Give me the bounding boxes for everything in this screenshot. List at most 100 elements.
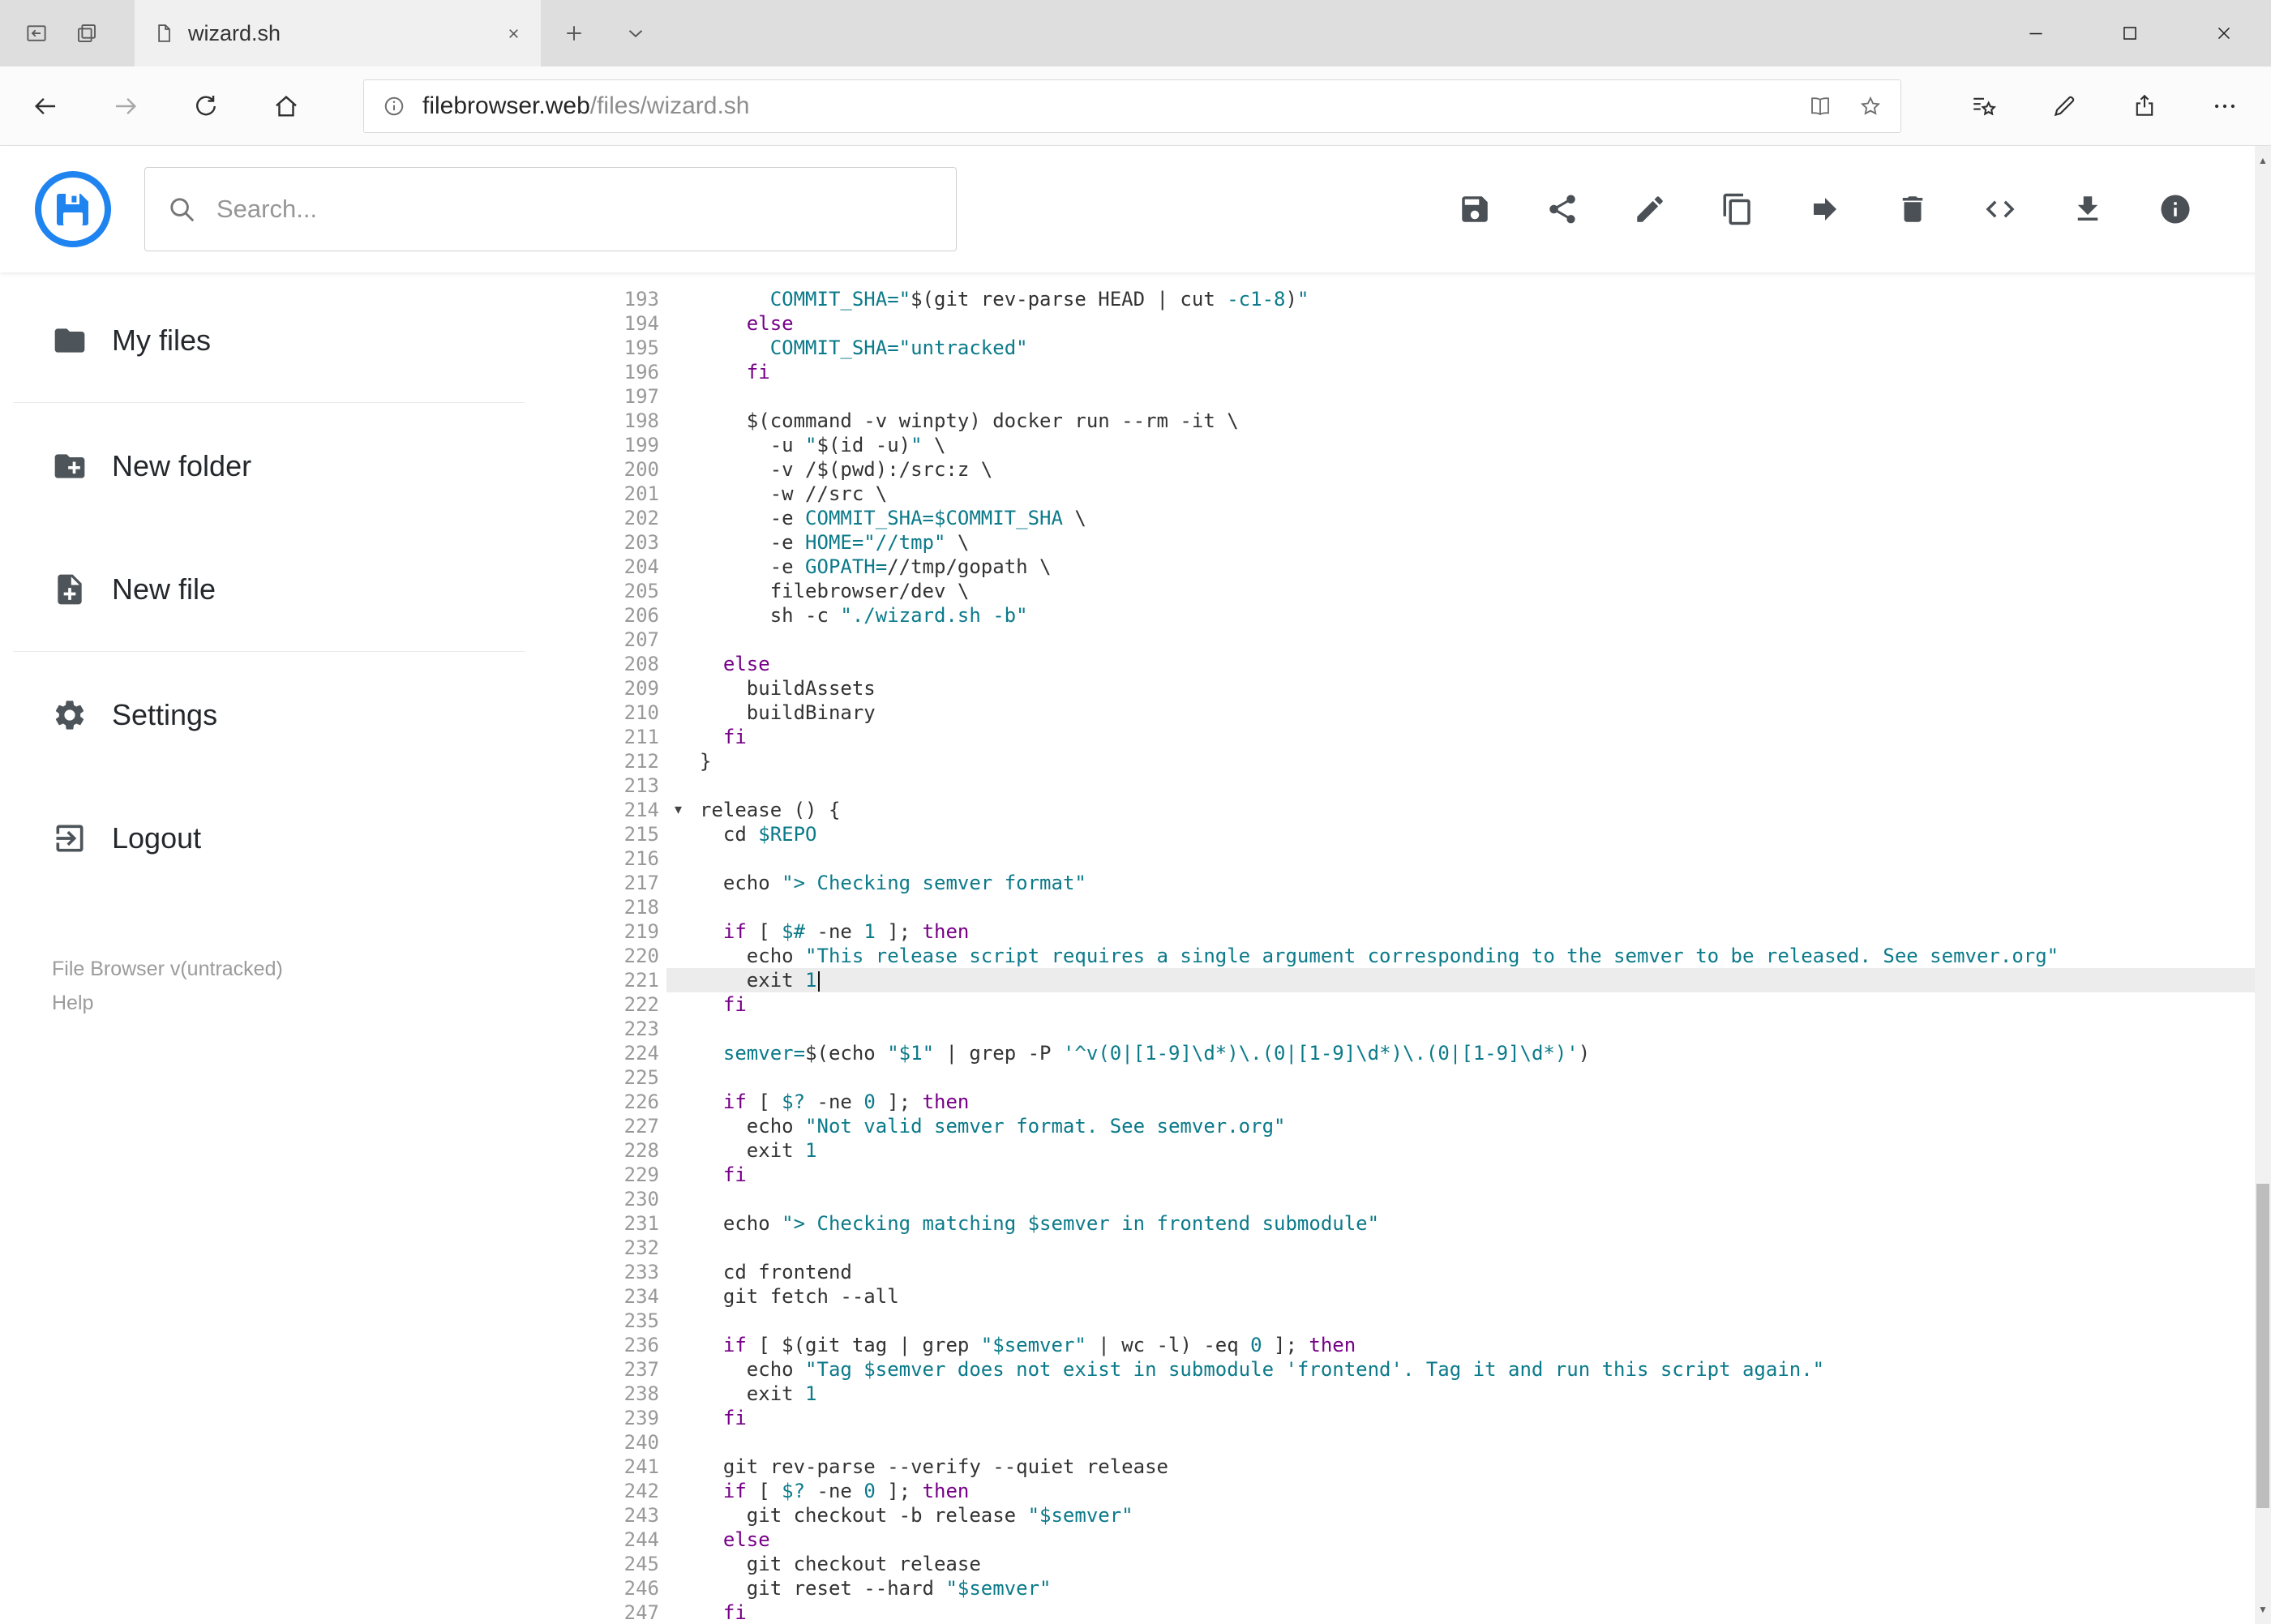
search-input[interactable] xyxy=(216,195,935,224)
web-note-pen-icon[interactable] xyxy=(2024,66,2104,145)
code-line[interactable]: 206 sh -c "./wizard.sh -b" xyxy=(588,603,2255,628)
delete-button[interactable] xyxy=(1893,190,1932,229)
share-page-icon[interactable] xyxy=(2104,66,2184,145)
code-line[interactable]: 235 xyxy=(588,1309,2255,1333)
code-line[interactable]: 233 cd frontend xyxy=(588,1260,2255,1284)
code-button[interactable] xyxy=(1981,190,2020,229)
code-line[interactable]: 237 echo "Tag $semver does not exist in … xyxy=(588,1357,2255,1382)
code-line[interactable]: 212} xyxy=(588,749,2255,773)
download-button[interactable] xyxy=(2068,190,2107,229)
filebrowser-logo[interactable] xyxy=(34,170,112,248)
code-line[interactable]: 243 git checkout -b release "$semver" xyxy=(588,1503,2255,1528)
code-line[interactable]: 199 -u "$(id -u)" \ xyxy=(588,433,2255,457)
code-line[interactable]: 222 fi xyxy=(588,992,2255,1017)
code-line[interactable]: 196 fi xyxy=(588,360,2255,384)
code-line[interactable]: 216 xyxy=(588,846,2255,871)
code-line[interactable]: 194 else xyxy=(588,311,2255,336)
code-line[interactable]: 234 git fetch --all xyxy=(588,1284,2255,1309)
sidebar-item-logout[interactable]: Logout xyxy=(0,798,588,879)
sidebar-item-new-folder[interactable]: New folder xyxy=(0,426,588,507)
close-tab-icon[interactable] xyxy=(504,24,523,43)
code-line[interactable]: 201 -w //src \ xyxy=(588,482,2255,506)
code-line[interactable]: 210 buildBinary xyxy=(588,701,2255,725)
hub-favorites-icon[interactable] xyxy=(1943,66,2024,145)
scroll-up-icon[interactable]: ▲ xyxy=(2255,146,2271,175)
code-line[interactable]: 195 COMMIT_SHA="untracked" xyxy=(588,336,2255,360)
code-line[interactable]: 220 echo "This release script requires a… xyxy=(588,944,2255,968)
share-button[interactable] xyxy=(1543,190,1582,229)
scroll-down-icon[interactable]: ▼ xyxy=(2255,1595,2271,1624)
code-line[interactable]: 223 xyxy=(588,1017,2255,1041)
code-line[interactable]: 226 if [ $? -ne 0 ]; then xyxy=(588,1090,2255,1114)
set-tabs-aside-icon[interactable] xyxy=(11,0,62,66)
page-scrollbar[interactable]: ▲ ▼ xyxy=(2255,146,2271,1624)
code-line[interactable]: 205 filebrowser/dev \ xyxy=(588,579,2255,603)
code-line[interactable]: 239 fi xyxy=(588,1406,2255,1430)
code-line[interactable]: 219 if [ $# -ne 1 ]; then xyxy=(588,919,2255,944)
code-editor[interactable]: 193 COMMIT_SHA="$(git rev-parse HEAD | c… xyxy=(588,272,2255,1624)
save-button[interactable] xyxy=(1455,190,1494,229)
code-line[interactable]: 231 echo "> Checking matching $semver in… xyxy=(588,1211,2255,1236)
code-line[interactable]: 221 exit 1 xyxy=(588,968,2255,992)
code-line[interactable]: 198 $(command -v winpty) docker run --rm… xyxy=(588,409,2255,433)
code-line[interactable]: 197 xyxy=(588,384,2255,409)
info-button[interactable] xyxy=(2156,190,2195,229)
sidebar-item-new-file[interactable]: New file xyxy=(0,549,588,630)
code-line[interactable]: 241 git rev-parse --verify --quiet relea… xyxy=(588,1455,2255,1479)
reading-view-icon[interactable] xyxy=(1808,94,1832,118)
code-line[interactable]: 217 echo "> Checking semver format" xyxy=(588,871,2255,895)
code-line[interactable]: 240 xyxy=(588,1430,2255,1455)
code-line[interactable]: 203 -e HOME="//tmp" \ xyxy=(588,530,2255,555)
code-line[interactable]: 242 if [ $? -ne 0 ]; then xyxy=(588,1479,2255,1503)
more-options-icon[interactable] xyxy=(2184,66,2265,145)
code-line[interactable]: 244 else xyxy=(588,1528,2255,1552)
search-box[interactable] xyxy=(144,167,957,251)
code-line[interactable]: 213 xyxy=(588,773,2255,798)
code-line[interactable]: 227 echo "Not valid semver format. See s… xyxy=(588,1114,2255,1138)
fold-marker-icon[interactable]: ▾ xyxy=(675,798,682,822)
sidebar-item-settings[interactable]: Settings xyxy=(0,675,588,756)
code-line[interactable]: 218 xyxy=(588,895,2255,919)
code-line[interactable]: 224 semver=$(echo "$1" | grep -P '^v(0|[… xyxy=(588,1041,2255,1065)
code-line[interactable]: 232 xyxy=(588,1236,2255,1260)
code-line[interactable]: 214 ▾ release () { xyxy=(588,798,2255,822)
code-line[interactable]: 229 fi xyxy=(588,1163,2255,1187)
new-tab-button[interactable] xyxy=(549,0,599,66)
code-line[interactable]: 200 -v /$(pwd):/src:z \ xyxy=(588,457,2255,482)
tabs-preview-icon[interactable] xyxy=(62,0,112,66)
tab-list-chevron-icon[interactable] xyxy=(611,0,661,66)
code-line[interactable]: 193 COMMIT_SHA="$(git rev-parse HEAD | c… xyxy=(588,287,2255,311)
favorite-star-icon[interactable] xyxy=(1858,94,1883,118)
browser-tab[interactable]: wizard.sh xyxy=(135,0,541,66)
code-line[interactable]: 245 git checkout release xyxy=(588,1552,2255,1576)
home-button[interactable] xyxy=(246,66,326,145)
forward-button[interactable] xyxy=(85,66,165,145)
site-info-icon[interactable] xyxy=(382,94,406,118)
close-window-button[interactable] xyxy=(2177,0,2271,66)
code-line[interactable]: 215 cd $REPO xyxy=(588,822,2255,846)
maximize-button[interactable] xyxy=(2083,0,2177,66)
code-line[interactable]: 246 git reset --hard "$semver" xyxy=(588,1576,2255,1600)
copy-button[interactable] xyxy=(1718,190,1757,229)
code-line[interactable]: 208 else xyxy=(588,652,2255,676)
code-line[interactable]: 247 fi xyxy=(588,1600,2255,1624)
minimize-button[interactable] xyxy=(1989,0,2083,66)
back-button[interactable] xyxy=(5,66,85,145)
code-line[interactable]: 225 xyxy=(588,1065,2255,1090)
code-line[interactable]: 209 buildAssets xyxy=(588,676,2255,701)
code-line[interactable]: 228 exit 1 xyxy=(588,1138,2255,1163)
code-line[interactable]: 236 if [ $(git tag | grep "$semver" | wc… xyxy=(588,1333,2255,1357)
code-line[interactable]: 230 xyxy=(588,1187,2255,1211)
code-line[interactable]: 211 fi xyxy=(588,725,2255,749)
code-line[interactable]: 204 -e GOPATH=//tmp/gopath \ xyxy=(588,555,2255,579)
help-link[interactable]: Help xyxy=(52,989,588,1017)
address-bar[interactable]: filebrowser.web/files/wizard.sh xyxy=(363,79,1901,133)
refresh-button[interactable] xyxy=(165,66,246,145)
edit-button[interactable] xyxy=(1630,190,1669,229)
move-button[interactable] xyxy=(1806,190,1845,229)
sidebar-item-my-files[interactable]: My files xyxy=(0,300,588,381)
code-line[interactable]: 202 -e COMMIT_SHA=$COMMIT_SHA \ xyxy=(588,506,2255,530)
code-line[interactable]: 238 exit 1 xyxy=(588,1382,2255,1406)
code-line[interactable]: 207 xyxy=(588,628,2255,652)
scrollbar-thumb[interactable] xyxy=(2256,1184,2269,1508)
